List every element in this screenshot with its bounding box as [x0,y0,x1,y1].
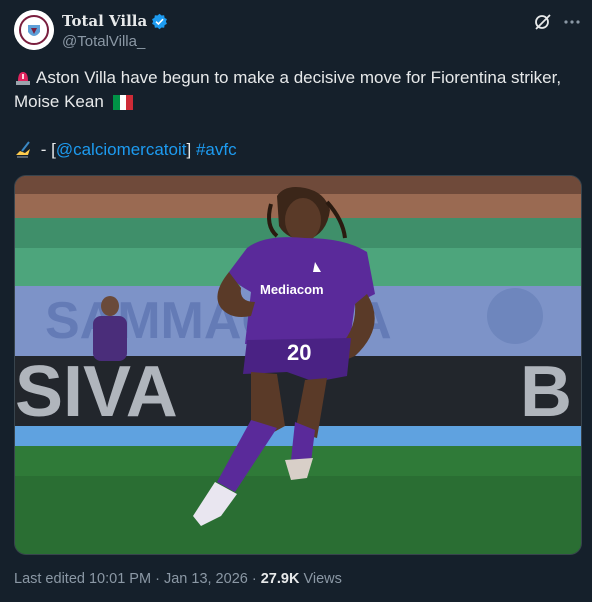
separator: · [155,571,160,587]
edited-label[interactable]: Last edited [14,571,85,587]
writing-hand-icon [16,141,30,158]
club-crest-icon [14,10,54,50]
source-close: ] [186,140,192,159]
separator: · [251,571,257,587]
tweet-metadata: Last edited 10:01 PM · Jan 13, 2026 · 27… [14,571,342,587]
jersey-number: 20 [287,340,311,365]
more-icon[interactable] [562,12,582,32]
mention-link[interactable]: @calciomercatoit [56,140,187,159]
verified-badge-icon [152,13,168,29]
handle[interactable]: @TotalVilla_ [62,33,145,50]
tweet-line-1: Aston Villa have begun to make a decisiv… [14,66,584,114]
rotating-light-icon [16,72,30,85]
italy-flag-icon [112,95,133,110]
tweet-text: Aston Villa have begun to make a decisiv… [14,66,584,162]
avatar[interactable] [14,10,54,50]
board-text: SIVA [15,352,178,432]
tweet-media[interactable]: SAMMACANA SIVA B Mediacom 20 [14,175,582,555]
display-name-text[interactable]: Total Villa [62,12,147,30]
board-letter: B [520,352,572,432]
views-count: 27.9K [260,571,300,587]
tweet-line-1-text: Aston Villa have begun to make a decisiv… [14,68,562,111]
source-prefix: - [ [36,140,56,159]
player-photo: SAMMACANA SIVA B Mediacom 20 [15,176,581,554]
tweet-date[interactable]: Jan 13, 2026 [164,571,248,587]
tweet-time[interactable]: 10:01 PM [89,571,151,587]
hashtag-link[interactable]: #avfc [196,140,237,159]
tweet-line-2: - [@calciomercatoit] #avfc [14,138,584,162]
grok-icon[interactable] [533,12,553,32]
jersey-sponsor: Mediacom [260,282,324,297]
display-name[interactable]: Total Villa [62,12,168,30]
views-label: Views [303,571,342,587]
